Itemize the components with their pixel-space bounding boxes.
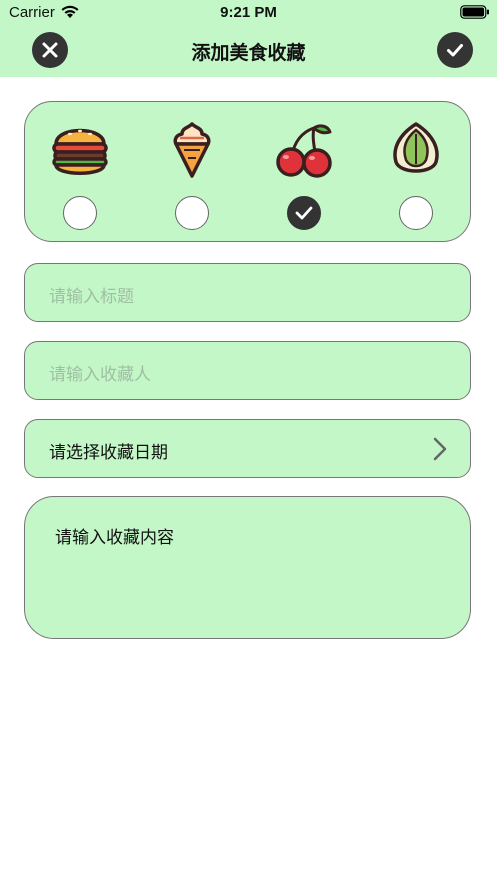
check-icon [295,206,313,220]
content-label: 请输入收藏内容 [55,528,174,548]
status-bar: Carrier 9:21 PM [0,0,497,24]
title-placeholder: 请输入标题 [49,287,134,307]
category-radio[interactable] [63,196,97,230]
category-radio-selected[interactable] [287,196,321,230]
check-icon [447,44,463,57]
cherry-icon [276,124,332,178]
collector-placeholder: 请输入收藏人 [49,365,151,385]
collector-input[interactable]: 请输入收藏人 [24,341,471,400]
category-pistachio [376,114,456,234]
category-cherry [264,114,344,234]
category-burger [40,114,120,234]
category-radio[interactable] [175,196,209,230]
title-input[interactable]: 请输入标题 [24,263,471,322]
page-title: 添加美食收藏 [191,42,306,64]
battery-icon [460,5,489,19]
burger-icon [52,128,108,175]
date-picker[interactable]: 请选择收藏日期 [24,419,471,478]
content-textarea[interactable]: 请输入收藏内容 [24,496,471,639]
pistachio-icon [393,122,439,173]
ice-cream-icon [173,122,211,178]
confirm-button[interactable] [437,32,473,68]
date-label: 请选择收藏日期 [49,443,168,463]
category-radio[interactable] [399,196,433,230]
nav-bar: 添加美食收藏 [0,24,497,77]
category-selector [24,101,471,242]
category-ice-cream [152,114,232,234]
clock: 9:21 PM [220,4,277,21]
chevron-right-icon [433,437,447,461]
